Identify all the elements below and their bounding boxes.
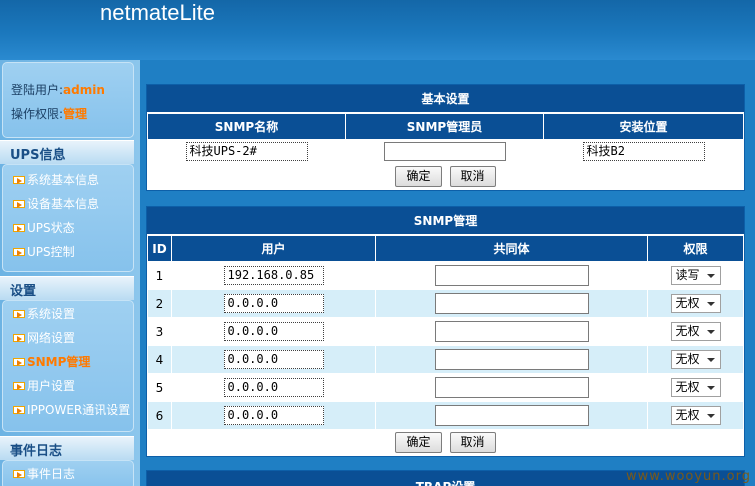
permission-select[interactable]: 无权 <box>670 322 721 341</box>
user-input[interactable]: 192.168.0.85 <box>223 266 324 285</box>
table-row: 5 0.0.0.0 无权 <box>147 373 744 402</box>
community-input[interactable] <box>434 265 589 286</box>
col-snmp-admin: SNMP管理员 <box>345 113 544 140</box>
permission-select[interactable]: 无权 <box>670 350 721 369</box>
chevron-down-icon <box>706 330 715 334</box>
community-input[interactable] <box>434 293 589 314</box>
login-user-line: 登陆用户:admin <box>11 81 105 98</box>
chevron-down-icon <box>706 302 715 306</box>
chevron-down-icon <box>706 386 715 390</box>
snmp-cancel-button[interactable]: 取消 <box>449 432 496 453</box>
login-perm-label: 操作权限: <box>11 107 64 121</box>
sidebar-item-system-info[interactable]: 系统基本信息 <box>13 171 99 188</box>
col-community: 共同体 <box>375 235 648 262</box>
section-ups-info-title: UPS信息 <box>10 148 66 163</box>
chevron-down-icon <box>706 274 715 278</box>
basic-settings-table: SNMP名称 SNMP管理员 安装位置 科技UPS-2# 科技B2 <box>147 113 744 164</box>
arrow-icon <box>13 470 25 478</box>
arrow-icon <box>13 176 25 184</box>
header-banner: netmateLite <box>0 0 755 60</box>
sidebar-item-ups-control[interactable]: UPS控制 <box>13 243 75 260</box>
table-row: 2 0.0.0.0 无权 <box>147 289 744 318</box>
snmp-actions: 确定 取消 <box>147 430 744 456</box>
sidebar-item-user-settings[interactable]: 用户设置 <box>13 377 75 394</box>
row-id: 1 <box>147 261 172 290</box>
row-id: 4 <box>147 345 172 374</box>
user-input[interactable]: 0.0.0.0 <box>223 294 324 313</box>
permission-select[interactable]: 无权 <box>670 294 721 313</box>
permission-select[interactable]: 无权 <box>670 378 721 397</box>
basic-settings-actions: 确定 取消 <box>147 164 744 190</box>
community-input[interactable] <box>434 377 589 398</box>
arrow-icon <box>13 406 25 414</box>
col-location: 安装位置 <box>543 113 744 140</box>
row-id: 2 <box>147 289 172 318</box>
community-input[interactable] <box>434 349 589 370</box>
snmp-management-title: SNMP管理 <box>147 207 744 235</box>
basic-ok-button[interactable]: 确定 <box>395 166 442 187</box>
table-row: 4 0.0.0.0 无权 <box>147 345 744 374</box>
table-row: 3 0.0.0.0 无权 <box>147 317 744 346</box>
col-id: ID <box>147 235 172 262</box>
sidebar: 登陆用户:admin 操作权限:管理 UPS信息 系统基本信息 设备基本信息 U… <box>0 60 140 486</box>
section-settings-title: 设置 <box>10 284 37 299</box>
col-snmp-name: SNMP名称 <box>147 113 346 140</box>
main-content: 基本设置 SNMP名称 SNMP管理员 安装位置 科技UPS-2# 科技B2 确… <box>140 60 755 486</box>
user-input[interactable]: 0.0.0.0 <box>223 350 324 369</box>
col-user: 用户 <box>171 235 376 262</box>
snmp-management-box: SNMP管理 ID 用户 共同体 权限 1 192.168.0.85 读写 2 … <box>146 206 745 457</box>
community-input[interactable] <box>434 405 589 426</box>
row-id: 6 <box>147 401 172 430</box>
arrow-icon <box>13 310 25 318</box>
row-id: 5 <box>147 373 172 402</box>
arrow-icon <box>13 358 25 366</box>
permission-select[interactable]: 读写 <box>670 266 721 285</box>
basic-cancel-button[interactable]: 取消 <box>449 166 496 187</box>
login-user-label: 登陆用户: <box>11 83 64 97</box>
watermark: www.wooyun.org <box>625 469 751 484</box>
event-log-menu: 事件日志 <box>2 460 134 486</box>
login-info-panel: 登陆用户:admin 操作权限:管理 <box>2 62 134 138</box>
login-perm-value: 管理 <box>63 107 88 121</box>
ups-info-menu: 系统基本信息 设备基本信息 UPS状态 UPS控制 <box>2 164 134 272</box>
user-input[interactable]: 0.0.0.0 <box>223 406 324 425</box>
sidebar-item-event-log[interactable]: 事件日志 <box>13 465 75 482</box>
sidebar-item-ippower-settings[interactable]: IPPOWER通讯设置 <box>13 401 130 418</box>
arrow-icon <box>13 334 25 342</box>
community-input[interactable] <box>434 321 589 342</box>
basic-settings-box: 基本设置 SNMP名称 SNMP管理员 安装位置 科技UPS-2# 科技B2 确… <box>146 84 745 191</box>
user-input[interactable]: 0.0.0.0 <box>223 378 324 397</box>
login-perm-line: 操作权限:管理 <box>11 105 87 122</box>
section-settings: 设置 <box>0 276 134 300</box>
settings-menu: 系统设置 网络设置 SNMP管理 用户设置 IPPOWER通讯设置 <box>2 300 134 432</box>
permission-select[interactable]: 无权 <box>670 406 721 425</box>
sidebar-item-system-settings[interactable]: 系统设置 <box>13 305 75 322</box>
chevron-down-icon <box>706 358 715 362</box>
location-input[interactable]: 科技B2 <box>582 142 705 161</box>
snmp-admin-input[interactable] <box>383 142 506 161</box>
arrow-icon <box>13 382 25 390</box>
snmp-ok-button[interactable]: 确定 <box>395 432 442 453</box>
sidebar-item-network-settings[interactable]: 网络设置 <box>13 329 75 346</box>
snmp-table: ID 用户 共同体 权限 1 192.168.0.85 读写 2 0.0.0.0… <box>147 235 744 430</box>
sidebar-item-ups-status[interactable]: UPS状态 <box>13 219 75 236</box>
section-ups-info: UPS信息 <box>0 140 134 164</box>
login-user-value: admin <box>63 83 105 97</box>
table-row: 1 192.168.0.85 读写 <box>147 261 744 290</box>
col-permission: 权限 <box>647 235 744 262</box>
arrow-icon <box>13 224 25 232</box>
sidebar-item-device-info[interactable]: 设备基本信息 <box>13 195 99 212</box>
row-id: 3 <box>147 317 172 346</box>
table-row: 6 0.0.0.0 无权 <box>147 401 744 430</box>
chevron-down-icon <box>706 414 715 418</box>
snmp-name-input[interactable]: 科技UPS-2# <box>185 142 308 161</box>
app-title: netmateLite <box>100 0 215 25</box>
arrow-icon <box>13 200 25 208</box>
sidebar-item-snmp-management[interactable]: SNMP管理 <box>13 353 90 370</box>
section-event-log: 事件日志 <box>0 436 134 460</box>
basic-settings-title: 基本设置 <box>147 85 744 113</box>
section-event-log-title: 事件日志 <box>10 444 63 459</box>
arrow-icon <box>13 248 25 256</box>
user-input[interactable]: 0.0.0.0 <box>223 322 324 341</box>
